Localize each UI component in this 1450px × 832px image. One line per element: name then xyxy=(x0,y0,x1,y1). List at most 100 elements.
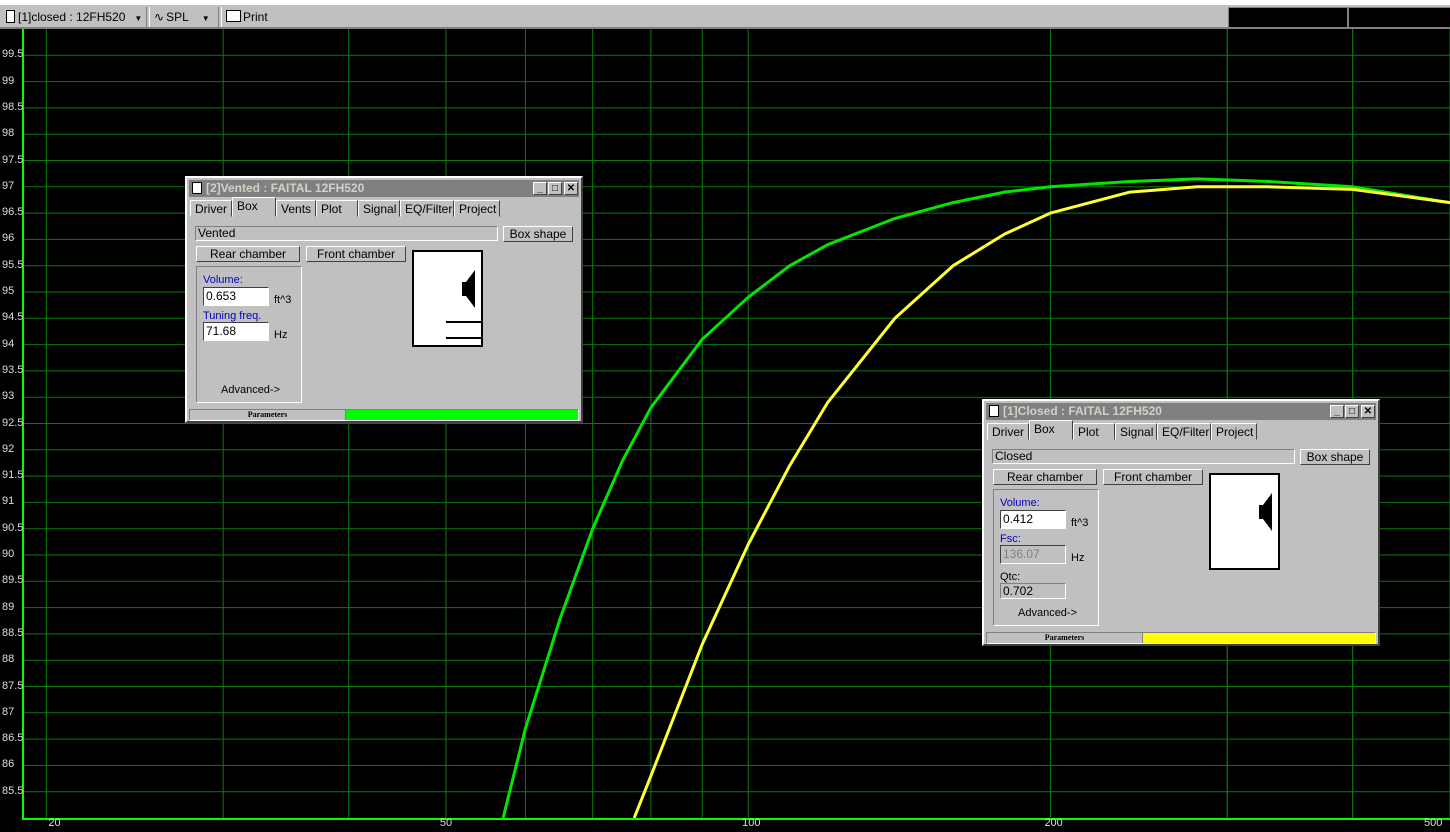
y-tick-label: 94.5 xyxy=(2,311,24,324)
y-tick-label: 90.5 xyxy=(2,521,24,534)
project-icon xyxy=(6,10,15,23)
curve-color-indicator xyxy=(1143,633,1375,643)
maximize-button[interactable]: □ xyxy=(1345,405,1359,418)
qtc-value: 0.702 xyxy=(1000,583,1066,599)
project-dropdown[interactable]: [1]closed : 12FH520 ▼ xyxy=(6,7,142,27)
printer-icon xyxy=(226,10,241,22)
x-tick-label: 100 xyxy=(742,817,761,829)
rear-chamber-button[interactable]: Rear chamber xyxy=(993,469,1097,485)
window-titlebar[interactable]: [2]Vented : FAITAL 12FH520 _ □ ✕ xyxy=(189,180,579,197)
print-label: Print xyxy=(243,10,268,24)
y-tick-label: 85.5 xyxy=(2,784,24,797)
y-tick-label: 87 xyxy=(2,705,15,718)
fsc-label: Fsc: xyxy=(1000,533,1021,545)
window-icon xyxy=(192,182,202,194)
tab-signal[interactable]: Signal xyxy=(1115,423,1157,440)
status-bar: Parameters xyxy=(986,632,1376,644)
y-tick-label: 93 xyxy=(2,390,15,403)
y-tick-label: 97.5 xyxy=(2,153,24,166)
close-button[interactable]: ✕ xyxy=(564,182,578,195)
y-tick-label: 90 xyxy=(2,548,15,560)
curve-color-indicator xyxy=(346,410,578,420)
tab-plot[interactable]: Plot xyxy=(1073,423,1115,440)
qtc-label: Qtc: xyxy=(1000,571,1021,583)
y-tick-label: 91 xyxy=(2,495,15,508)
rear-chamber-button[interactable]: Rear chamber xyxy=(196,246,300,262)
volume-input[interactable]: 0.653 xyxy=(203,287,269,306)
plot-type-label: SPL xyxy=(166,10,189,24)
fsc-input[interactable]: 136.07 xyxy=(1000,545,1066,564)
y-tick-label: 92 xyxy=(2,442,15,455)
close-button[interactable]: ✕ xyxy=(1361,405,1375,418)
tab-project[interactable]: Project xyxy=(454,200,500,217)
plot-type-dropdown[interactable]: ∿ SPL ▼ xyxy=(154,7,210,27)
tab-eq-filter[interactable]: EQ/Filter xyxy=(1157,423,1211,440)
y-tick-label: 91.5 xyxy=(2,469,24,482)
tab-driver[interactable]: Driver xyxy=(190,200,232,217)
tuning-freq-unit: Hz xyxy=(274,329,288,341)
speaker-icon xyxy=(446,270,481,339)
tab-eq-filter[interactable]: EQ/Filter xyxy=(400,200,454,217)
x-tick-label: 50 xyxy=(439,817,453,829)
readout-box-1 xyxy=(1228,7,1348,28)
x-tick-label: 200 xyxy=(1044,817,1063,829)
y-tick-label: 95.5 xyxy=(2,258,24,271)
closed-box-window: [1]Closed : FAITAL 12FH520 _ □ ✕ Driver … xyxy=(982,399,1380,646)
chevron-down-icon: ▼ xyxy=(134,14,143,23)
advanced-button[interactable]: Advanced-> xyxy=(1018,607,1077,619)
window-titlebar[interactable]: [1]Closed : FAITAL 12FH520 _ □ ✕ xyxy=(986,403,1376,420)
status-label: Parameters xyxy=(190,410,346,420)
volume-label: Volume: xyxy=(1000,497,1040,509)
tab-plot[interactable]: Plot xyxy=(316,200,358,217)
x-axis-line xyxy=(24,818,1450,820)
print-button[interactable]: Print xyxy=(226,7,268,27)
readout-box-2 xyxy=(1348,7,1450,28)
rear-chamber-panel: Volume: 0.412 ft^3 Fsc: 136.07 Hz Qtc: 0… xyxy=(993,489,1099,626)
y-tick-label: 92.5 xyxy=(2,416,24,429)
tab-box[interactable]: Box xyxy=(1029,420,1073,440)
box-shape-button[interactable]: Box shape xyxy=(1300,449,1370,465)
wave-icon: ∿ xyxy=(154,10,165,24)
window-title: [1]Closed : FAITAL 12FH520 xyxy=(1003,404,1162,418)
window-icon xyxy=(989,405,999,417)
fsc-unit: Hz xyxy=(1071,552,1085,564)
volume-unit: ft^3 xyxy=(274,294,292,306)
minimize-button[interactable]: _ xyxy=(533,182,547,195)
tab-signal[interactable]: Signal xyxy=(358,200,400,217)
box-diagram xyxy=(1209,473,1280,570)
y-tick-label: 87.5 xyxy=(2,679,24,692)
y-tick-label: 95 xyxy=(2,285,15,297)
y-tick-label: 89 xyxy=(2,600,15,613)
volume-input[interactable]: 0.412 xyxy=(1000,510,1066,529)
tab-project[interactable]: Project xyxy=(1211,423,1257,440)
box-shape-button[interactable]: Box shape xyxy=(503,226,573,242)
tab-driver[interactable]: Driver xyxy=(987,423,1029,440)
front-chamber-button[interactable]: Front chamber xyxy=(306,246,406,262)
y-tick-label: 94 xyxy=(2,337,15,350)
y-tick-label: 96 xyxy=(2,232,15,245)
tuning-freq-label: Tuning freq. xyxy=(203,310,262,322)
y-tick-label: 99.5 xyxy=(2,48,24,61)
y-tick-label: 86 xyxy=(2,758,15,771)
box-diagram xyxy=(412,250,483,347)
y-tick-label: 89.5 xyxy=(2,574,24,587)
tab-box[interactable]: Box xyxy=(232,197,276,217)
status-bar: Parameters xyxy=(189,409,579,421)
tab-vents[interactable]: Vents xyxy=(276,200,316,217)
toolbar-separator xyxy=(146,7,150,27)
rear-chamber-panel: Volume: 0.653 ft^3 Tuning freq. 71.68 Hz… xyxy=(196,266,302,403)
tuning-freq-input[interactable]: 71.68 xyxy=(203,322,269,341)
y-tick-label: 96.5 xyxy=(2,206,24,219)
toolbar-separator xyxy=(218,7,222,27)
front-chamber-button[interactable]: Front chamber xyxy=(1103,469,1203,485)
x-tick-label: 500 xyxy=(1424,817,1443,829)
window-title: [2]Vented : FAITAL 12FH520 xyxy=(206,181,365,195)
advanced-button[interactable]: Advanced-> xyxy=(221,384,280,396)
volume-unit: ft^3 xyxy=(1071,517,1089,529)
minimize-button[interactable]: _ xyxy=(1330,405,1344,418)
chevron-down-icon: ▼ xyxy=(201,14,210,23)
maximize-button[interactable]: □ xyxy=(548,182,562,195)
toolbar: [1]closed : 12FH520 ▼ ∿ SPL ▼ Print xyxy=(0,0,1450,29)
y-tick-label: 86.5 xyxy=(2,732,24,745)
y-tick-label: 97 xyxy=(2,179,15,192)
